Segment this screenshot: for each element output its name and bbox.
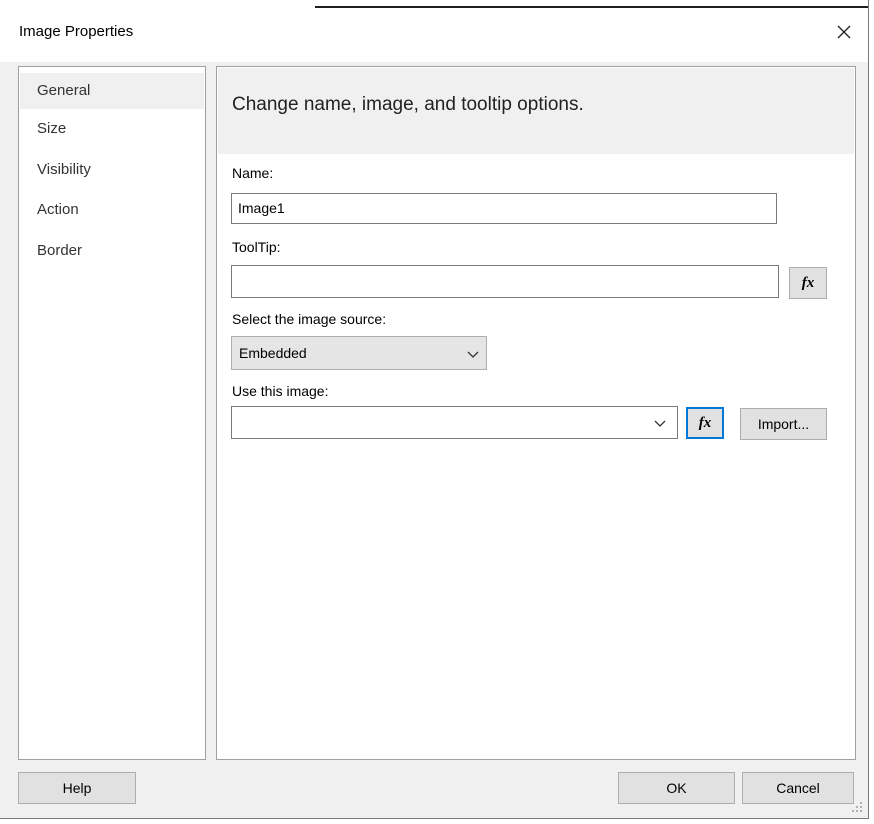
page-header-text: Change name, image, and tooltip options. — [232, 94, 584, 115]
use-image-expression-button[interactable]: fx — [686, 407, 724, 439]
tooltip-label: ToolTip: — [232, 239, 281, 255]
sidebar-item-general[interactable]: General — [20, 73, 204, 109]
function-fx-icon: fx — [801, 275, 815, 291]
image-properties-dialog: Image Properties General Size Visibility… — [0, 0, 869, 819]
function-fx-icon: fx — [698, 415, 712, 431]
help-button[interactable]: Help — [18, 772, 136, 804]
window-top-edge — [315, 6, 868, 8]
name-label: Name: — [232, 165, 274, 181]
tooltip-input[interactable] — [231, 265, 779, 298]
name-input[interactable]: Image1 — [231, 193, 777, 224]
import-button[interactable]: Import... — [740, 408, 827, 440]
sidebar-item-action[interactable]: Action — [20, 192, 204, 228]
category-sidebar: General Size Visibility Action Border — [18, 66, 206, 760]
chevron-down-icon — [654, 420, 666, 427]
use-image-combobox[interactable] — [231, 406, 678, 439]
resize-grip-icon[interactable] — [850, 800, 864, 814]
use-image-label: Use this image: — [232, 383, 329, 399]
sidebar-item-visibility[interactable]: Visibility — [20, 152, 204, 188]
page-header: Change name, image, and tooltip options. — [218, 68, 854, 154]
sidebar-item-size[interactable]: Size — [20, 111, 204, 147]
title-bar: Image Properties — [0, 0, 868, 62]
dialog-title: Image Properties — [19, 23, 134, 40]
ok-button[interactable]: OK — [618, 772, 735, 804]
cancel-button[interactable]: Cancel — [742, 772, 854, 804]
chevron-down-icon — [467, 351, 479, 358]
close-button[interactable] — [826, 14, 862, 48]
image-source-label: Select the image source: — [232, 311, 387, 327]
tooltip-expression-button[interactable]: fx — [789, 267, 827, 299]
image-source-value: Embedded — [239, 345, 307, 361]
general-page: Change name, image, and tooltip options.… — [216, 66, 856, 760]
sidebar-item-border[interactable]: Border — [20, 233, 204, 269]
close-icon — [837, 25, 851, 39]
image-source-select[interactable]: Embedded — [231, 336, 487, 370]
